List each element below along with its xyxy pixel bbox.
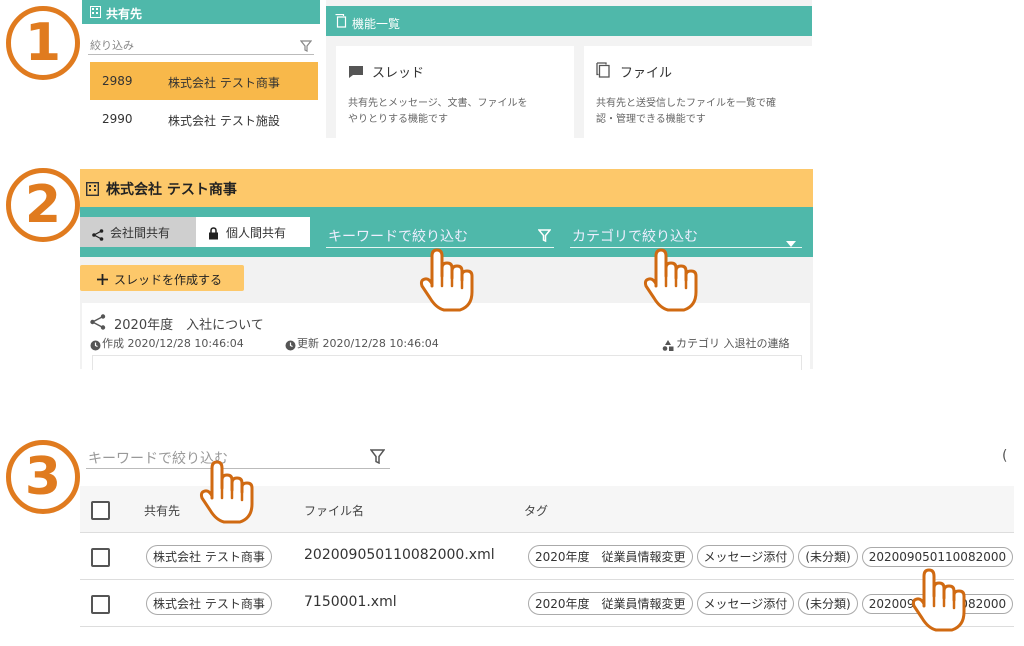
tag-list: 2020年度 従業員情報変更メッセージ添付(未分類)20200905011008… <box>528 545 1014 568</box>
section1: 共有先 絞り込み 2989 株式会社 テスト商事 2990 株式会社 テスト施設… <box>82 0 812 138</box>
sidebar-item-name: 株式会社 テスト施設 <box>168 114 280 128</box>
tab-label: 会社間共有 <box>110 226 171 240</box>
file-icon <box>596 62 610 82</box>
features-header: 機能一覧 <box>326 6 812 36</box>
building-icon <box>90 6 101 18</box>
category-filter-select[interactable]: カテゴリで絞り込む <box>570 223 802 248</box>
thread-updated: 更新 2020/12/28 10:46:04 <box>297 337 439 350</box>
tag-chip[interactable]: (未分類) <box>798 592 858 615</box>
thread-body <box>92 355 802 370</box>
thread-title: 2020年度 入社について <box>114 318 264 333</box>
plus-icon <box>96 271 109 290</box>
row-checkbox[interactable] <box>91 595 110 614</box>
sidebar-item-2989[interactable]: 2989 株式会社 テスト商事 <box>90 62 318 100</box>
chat-icon <box>348 64 364 83</box>
company-header: 株式会社 テスト商事 <box>80 169 813 207</box>
share-target-chip[interactable]: 株式会社 テスト商事 <box>146 545 272 568</box>
table-row[interactable]: 株式会社 テスト商事 7150001.xml 2020年度 従業員情報変更 メッセ… <box>80 580 1014 627</box>
sidebar-item-2990[interactable]: 2990 株式会社 テスト施設 <box>90 102 318 134</box>
sidebar-filter-placeholder: 絞り込み <box>90 39 134 52</box>
tag-chip[interactable]: 2020年度 従業員情報変更 <box>528 592 693 615</box>
feature-card-desc-line2: 認・管理できる機能です <box>596 114 706 125</box>
create-thread-label: スレッドを作成する <box>114 273 223 287</box>
sidebar-header-label: 共有先 <box>106 7 143 21</box>
feature-card-desc-line1: 共有先と送受信したファイルを一覧で確 <box>596 98 776 109</box>
file-name[interactable]: 7150001.xml <box>304 594 397 610</box>
step-number-1: 1 <box>6 6 80 80</box>
feature-card-thread[interactable]: スレッド 共有先とメッセージ、文書、ファイルを やりとりする機能です <box>336 46 574 138</box>
filter-icon[interactable] <box>299 37 313 56</box>
select-all-checkbox[interactable] <box>91 501 110 520</box>
company-title: 株式会社 テスト商事 <box>106 182 237 198</box>
tab-company-share[interactable]: 会社間共有 <box>80 217 196 247</box>
feature-card-desc-line2: やりとりする機能です <box>348 114 448 125</box>
tag-chip[interactable]: 202009050110082000 <box>861 547 1014 567</box>
pointing-hand-icon <box>643 248 698 312</box>
thread-card[interactable]: 2020年度 入社について 作成 2020/12/28 10:46:04 更新 … <box>82 303 810 370</box>
right-edge-text: ( <box>1002 448 1008 464</box>
lock-icon <box>208 225 219 244</box>
features-panel: 機能一覧 スレッド 共有先とメッセージ、文書、ファイルを やりとりする機能です … <box>326 0 812 138</box>
tag-chip[interactable]: メッセージ添付 <box>696 545 795 568</box>
column-header-file-name[interactable]: ファイル名 <box>304 502 364 519</box>
category-icon <box>662 336 674 355</box>
thread-created: 作成 2020/12/28 10:46:04 <box>102 337 244 350</box>
tag-chip[interactable]: メッセージ添付 <box>696 592 795 615</box>
thread-category: カテゴリ 入退社の連絡 <box>676 337 790 350</box>
column-header-share-target[interactable]: 共有先 <box>144 502 180 519</box>
keyword-filter-placeholder: キーワードで絞り込む <box>328 229 468 245</box>
category-filter-placeholder: カテゴリで絞り込む <box>572 229 698 245</box>
create-thread-button[interactable]: スレッドを作成する <box>80 265 244 291</box>
share-icon <box>90 314 106 334</box>
share-target-sidebar: 共有先 絞り込み 2989 株式会社 テスト商事 2990 株式会社 テスト施設 <box>82 0 320 138</box>
sidebar-filter-input[interactable]: 絞り込み <box>88 34 314 55</box>
step-number-2: 2 <box>6 168 80 242</box>
features-header-label: 機能一覧 <box>352 17 401 31</box>
caret-down-icon[interactable] <box>786 232 796 251</box>
tag-chip[interactable]: (未分類) <box>798 545 858 568</box>
feature-card-title: スレッド <box>372 66 425 81</box>
filter-icon[interactable] <box>537 227 552 246</box>
tag-chip[interactable]: 2020年度 従業員情報変更 <box>528 545 693 568</box>
pointing-hand-icon <box>199 460 254 524</box>
tab-personal-share[interactable]: 個人間共有 <box>196 217 310 247</box>
document-icon <box>335 13 347 31</box>
tab-label: 個人間共有 <box>226 226 287 240</box>
clock-icon <box>285 336 296 355</box>
sidebar-item-id: 2989 <box>102 74 133 88</box>
table-row[interactable]: 株式会社 テスト商事 202009050110082000.xml 2020年度… <box>80 533 1014 580</box>
keyword-filter-input[interactable]: キーワードで絞り込む <box>326 223 554 248</box>
pointing-hand-icon <box>419 248 474 312</box>
sidebar-item-id: 2990 <box>102 112 133 126</box>
feature-card-desc-line1: 共有先とメッセージ、文書、ファイルを <box>348 98 528 109</box>
sidebar-item-name: 株式会社 テスト商事 <box>168 76 280 90</box>
share-target-chip[interactable]: 株式会社 テスト商事 <box>146 592 272 615</box>
feature-card-file[interactable]: ファイル 共有先と送受信したファイルを一覧で確 認・管理できる機能です <box>584 46 812 138</box>
pointing-hand-icon <box>911 568 966 632</box>
filter-icon[interactable] <box>369 449 386 468</box>
feature-card-title: ファイル <box>620 66 673 81</box>
share-icon <box>92 226 104 245</box>
file-name[interactable]: 202009050110082000.xml <box>304 547 495 563</box>
row-checkbox[interactable] <box>91 548 110 567</box>
sidebar-header: 共有先 <box>82 0 320 24</box>
column-header-tags[interactable]: タグ <box>524 502 548 519</box>
step-number-3: 3 <box>6 440 80 514</box>
building-icon <box>85 181 100 200</box>
clock-icon <box>90 336 101 355</box>
